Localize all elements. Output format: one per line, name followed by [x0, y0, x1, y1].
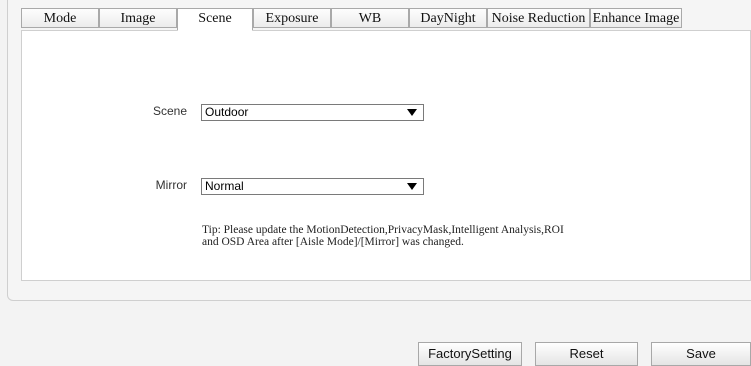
reset-button[interactable]: Reset: [535, 342, 638, 366]
save-button[interactable]: Save: [651, 342, 751, 366]
tab-enhance-image[interactable]: Enhance Image: [590, 8, 682, 28]
factory-setting-button[interactable]: FactorySetting: [418, 342, 522, 366]
tab-wb[interactable]: WB: [331, 8, 409, 28]
mirror-select-value: Normal: [205, 179, 244, 193]
mirror-select[interactable]: Normal: [201, 178, 424, 195]
tab-exposure[interactable]: Exposure: [253, 8, 331, 28]
tab-daynight[interactable]: DayNight: [409, 8, 487, 28]
tab-scene[interactable]: Scene: [177, 8, 253, 31]
tab-mode[interactable]: Mode: [21, 8, 99, 28]
scene-select-value: Outdoor: [205, 105, 249, 119]
tip-text: Tip: Please update the MotionDetection,P…: [202, 224, 564, 248]
scene-select[interactable]: Outdoor: [201, 104, 424, 121]
tab-noise-reduction[interactable]: Noise Reduction: [487, 8, 590, 28]
scene-label: Scene: [152, 104, 187, 118]
dropdown-arrow-icon: [407, 183, 417, 190]
tab-image[interactable]: Image: [99, 8, 177, 28]
dropdown-arrow-icon: [407, 109, 417, 116]
mirror-label: Mirror: [155, 178, 187, 192]
